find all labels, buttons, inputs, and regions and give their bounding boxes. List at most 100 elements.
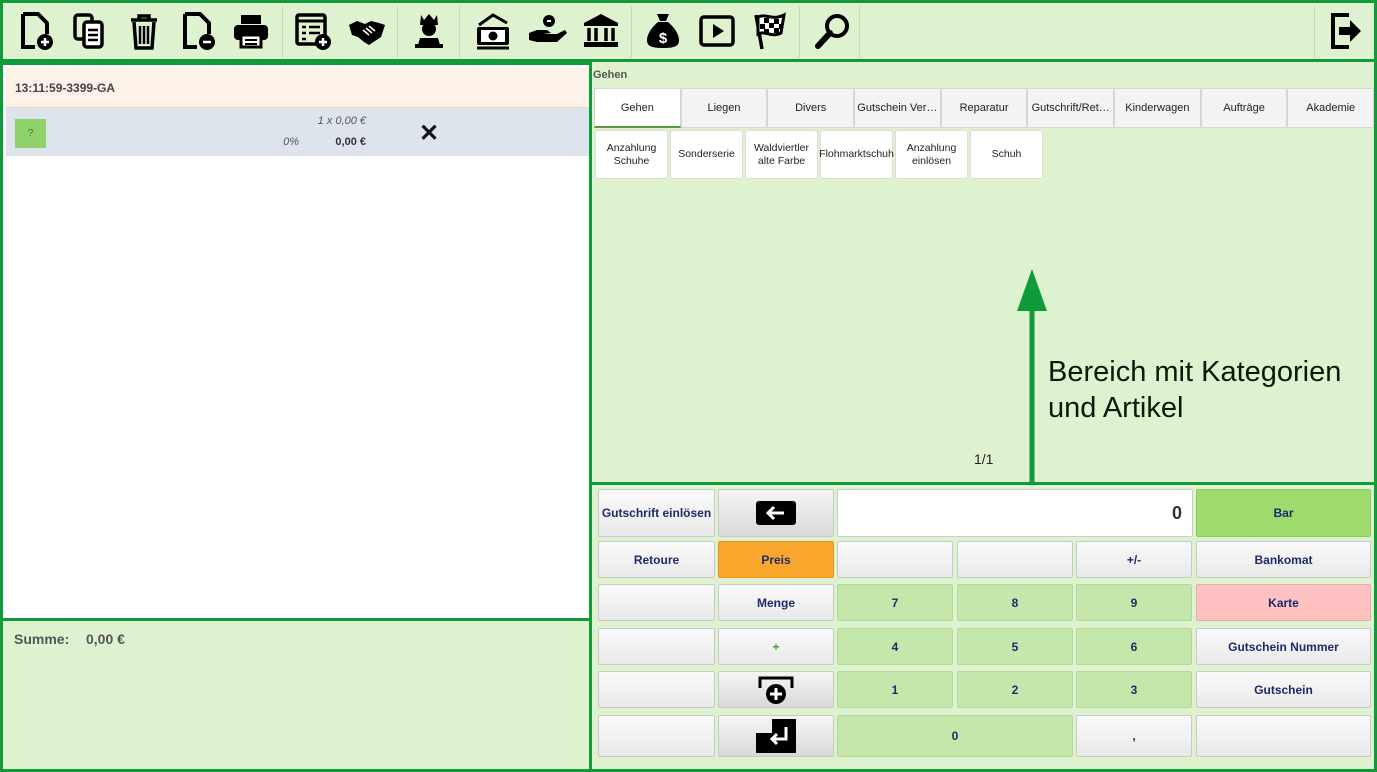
delete-document-button[interactable] bbox=[122, 9, 166, 53]
tab-divers[interactable]: Divers bbox=[767, 88, 855, 128]
digit-5-button[interactable]: 5 bbox=[957, 628, 1073, 665]
cash-register-icon bbox=[477, 13, 509, 50]
article-grid: Anzahlung Schuhe Sonderserie Waldviertle… bbox=[595, 130, 1043, 180]
handshake-button[interactable] bbox=[345, 9, 389, 53]
empty-key[interactable] bbox=[1196, 715, 1371, 757]
receipt-line-item[interactable]: ? 1 x 0,00 € 0% 0,00 € ✕ bbox=[6, 108, 589, 156]
cash-register-button[interactable] bbox=[471, 9, 515, 53]
digit-4-button[interactable]: 4 bbox=[837, 628, 953, 665]
voucher-button[interactable]: Gutschein bbox=[1196, 671, 1371, 708]
new-document-button[interactable] bbox=[13, 9, 57, 53]
print-button[interactable] bbox=[229, 9, 273, 53]
enter-button[interactable] bbox=[718, 715, 834, 757]
new-document-icon bbox=[21, 12, 53, 50]
digit-8-button[interactable]: 8 bbox=[957, 584, 1073, 621]
empty-key[interactable] bbox=[598, 628, 715, 665]
sum-label: Summe: bbox=[14, 631, 70, 647]
add-receipt-icon bbox=[758, 676, 794, 704]
print-icon bbox=[234, 15, 268, 49]
pay-card-button[interactable]: Karte bbox=[1196, 584, 1371, 621]
finish-button[interactable] bbox=[748, 9, 792, 53]
tab-auftraege[interactable]: Aufträge bbox=[1200, 88, 1288, 128]
digit-7-button[interactable]: 7 bbox=[837, 584, 953, 621]
return-button[interactable]: Retoure bbox=[598, 541, 715, 578]
backspace-button[interactable] bbox=[718, 489, 834, 537]
delete-item-icon[interactable]: ✕ bbox=[414, 118, 444, 148]
user-button[interactable] bbox=[407, 9, 451, 53]
digit-9-button[interactable]: 9 bbox=[1076, 584, 1192, 621]
comma-button[interactable]: , bbox=[1076, 715, 1192, 757]
deposit-button[interactable] bbox=[525, 9, 569, 53]
amount-display: 0 bbox=[837, 489, 1193, 537]
checkered-flag-icon bbox=[754, 12, 786, 50]
logout-button[interactable] bbox=[1323, 9, 1367, 53]
digit-6-button[interactable]: 6 bbox=[1076, 628, 1192, 665]
digit-1-button[interactable]: 1 bbox=[837, 671, 953, 708]
bank-button[interactable] bbox=[579, 9, 623, 53]
tab-liegen[interactable]: Liegen bbox=[680, 88, 768, 128]
copy-document-button[interactable] bbox=[67, 9, 111, 53]
hand-coin-icon bbox=[529, 15, 567, 42]
toolbar-separator bbox=[1314, 6, 1315, 58]
money-bag-icon: $ bbox=[647, 14, 679, 48]
tab-kinderwagen[interactable]: Kinderwagen bbox=[1114, 88, 1201, 128]
logout-icon bbox=[1331, 13, 1361, 49]
quantity-button[interactable]: Menge bbox=[718, 584, 834, 621]
document-id: 13:11:59-3399-GA bbox=[6, 68, 589, 108]
pay-cash-button[interactable]: Bar bbox=[1196, 489, 1371, 537]
remove-document-button[interactable] bbox=[175, 9, 219, 53]
article-button[interactable]: Flohmarktschuh bbox=[819, 130, 894, 179]
empty-key[interactable] bbox=[598, 671, 715, 708]
item-quantity-price: 1 x 0,00 € bbox=[317, 115, 366, 127]
empty-key[interactable] bbox=[598, 715, 715, 757]
empty-key[interactable] bbox=[598, 584, 715, 621]
tab-gutschrift-retoure[interactable]: Gutschrift/Ret… bbox=[1027, 88, 1115, 128]
tab-akademie[interactable]: Akademie bbox=[1287, 88, 1375, 128]
article-button[interactable]: Waldviertler alte Farbe bbox=[745, 130, 818, 179]
search-button[interactable] bbox=[811, 9, 855, 53]
trash-icon bbox=[131, 14, 157, 50]
category-title: Gehen bbox=[593, 69, 628, 81]
toolbar: $ bbox=[0, 0, 1377, 62]
remove-document-icon bbox=[183, 12, 215, 50]
keypad-panel: Gutschrift einlösen 0 Bar Retoure Preis … bbox=[589, 482, 1377, 772]
empty-key[interactable] bbox=[837, 541, 953, 578]
digit-3-button[interactable]: 3 bbox=[1076, 671, 1192, 708]
empty-key[interactable] bbox=[957, 541, 1073, 578]
tab-gutschein-verkauf[interactable]: Gutschein Ver… bbox=[854, 88, 941, 128]
add-receipt-button[interactable] bbox=[718, 671, 834, 708]
category-panel: Gehen Gehen Liegen Divers Gutschein Ver…… bbox=[589, 59, 1377, 485]
bank-icon bbox=[584, 14, 618, 47]
summary-panel: Summe: 0,00 € bbox=[0, 621, 592, 772]
chess-king-icon bbox=[415, 14, 443, 48]
pay-bankomat-button[interactable]: Bankomat bbox=[1196, 541, 1371, 578]
tab-gehen[interactable]: Gehen bbox=[594, 88, 681, 128]
plus-minus-button[interactable]: +/- bbox=[1076, 541, 1192, 578]
sum-value: 0,00 € bbox=[86, 631, 125, 647]
play-icon bbox=[699, 15, 735, 47]
annotation-text: Bereich mit Kategorien und Artikel bbox=[1048, 356, 1342, 424]
search-icon bbox=[815, 14, 849, 49]
voucher-number-button[interactable]: Gutschein Nummer bbox=[1196, 628, 1371, 665]
article-button[interactable]: Sonderserie bbox=[670, 130, 743, 179]
annotation-arrow-icon bbox=[1017, 269, 1047, 483]
handshake-icon bbox=[349, 21, 385, 45]
digit-2-button[interactable]: 2 bbox=[957, 671, 1073, 708]
redeem-credit-button[interactable]: Gutschrift einlösen bbox=[598, 489, 715, 537]
svg-text:$: $ bbox=[659, 30, 668, 47]
add-list-button[interactable] bbox=[291, 9, 335, 53]
article-button[interactable]: Anzahlung einlösen bbox=[895, 130, 968, 179]
page-indicator: 1/1 bbox=[974, 451, 994, 467]
article-button[interactable]: Anzahlung Schuhe bbox=[595, 130, 668, 179]
plus-button[interactable]: + bbox=[718, 628, 834, 665]
article-button[interactable]: Schuh bbox=[970, 130, 1043, 179]
item-discount: 0% bbox=[283, 136, 299, 148]
digit-0-button[interactable]: 0 bbox=[837, 715, 1073, 757]
receipt-panel: 13:11:59-3399-GA ? 1 x 0,00 € 0% 0,00 € … bbox=[0, 62, 592, 621]
item-badge: ? bbox=[15, 119, 46, 148]
play-button[interactable] bbox=[695, 9, 739, 53]
tab-reparatur[interactable]: Reparatur bbox=[940, 88, 1028, 128]
price-button[interactable]: Preis bbox=[718, 541, 834, 578]
money-bag-button[interactable]: $ bbox=[641, 9, 685, 53]
add-list-icon bbox=[295, 13, 331, 50]
